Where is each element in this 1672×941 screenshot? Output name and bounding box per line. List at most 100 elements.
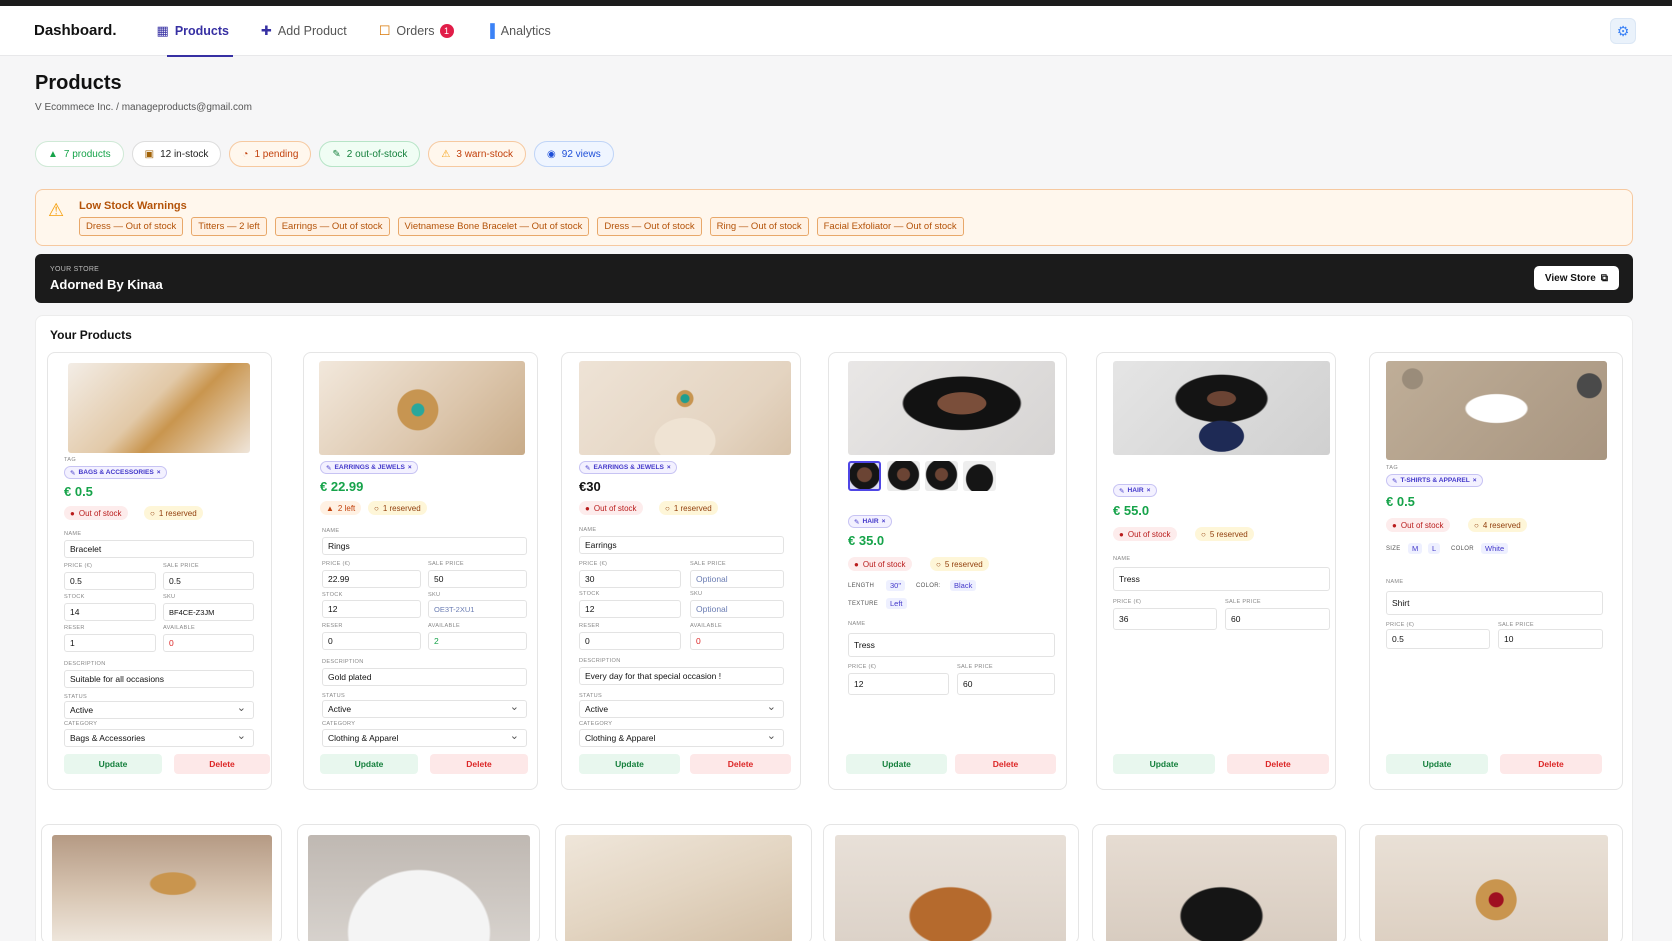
sku-input[interactable]: OE3T-2XU1 bbox=[428, 600, 527, 618]
stock-input[interactable]: 12 bbox=[579, 600, 681, 618]
product-image[interactable] bbox=[308, 835, 530, 941]
description-input[interactable]: Gold plated bbox=[322, 668, 527, 686]
product-image[interactable] bbox=[1375, 835, 1608, 941]
update-button[interactable]: Update bbox=[579, 754, 680, 774]
product-image[interactable] bbox=[1106, 835, 1337, 941]
price-input[interactable]: 12 bbox=[848, 673, 949, 695]
product-image[interactable] bbox=[319, 361, 525, 455]
description-input[interactable]: Suitable for all occasions bbox=[64, 670, 254, 688]
delete-button[interactable]: Delete bbox=[430, 754, 528, 774]
delete-button[interactable]: Delete bbox=[955, 754, 1056, 774]
name-input[interactable]: Rings bbox=[322, 537, 527, 555]
product-image[interactable] bbox=[68, 363, 250, 453]
close-icon[interactable]: × bbox=[667, 464, 671, 471]
product-image[interactable] bbox=[52, 835, 272, 941]
length-chip[interactable]: 30" bbox=[886, 580, 906, 591]
description-input[interactable]: Every day for that special occasion ! bbox=[579, 667, 784, 685]
category-tag[interactable]: ✎ HAIR × bbox=[848, 515, 892, 528]
category-select[interactable]: Bags & Accessories bbox=[64, 729, 254, 747]
gallery-thumbnail[interactable] bbox=[887, 461, 920, 491]
price-input[interactable]: 0.5 bbox=[1386, 629, 1490, 649]
delete-button[interactable]: Delete bbox=[690, 754, 791, 774]
product-image[interactable] bbox=[1113, 361, 1330, 455]
update-button[interactable]: Update bbox=[320, 754, 418, 774]
color-chip[interactable]: Black bbox=[950, 580, 977, 591]
name-input[interactable]: Tress bbox=[848, 633, 1055, 657]
close-icon[interactable]: × bbox=[1147, 487, 1151, 494]
nav-analytics[interactable]: ▐ Analytics bbox=[486, 6, 551, 56]
category-tag[interactable]: ✎ BAGS & ACCESSORIES × bbox=[64, 466, 167, 479]
sale-price-input[interactable]: Optional bbox=[690, 570, 784, 588]
settings-button[interactable]: ⚙ bbox=[1610, 18, 1636, 44]
name-input[interactable]: Shirt bbox=[1386, 591, 1603, 615]
gallery-thumbnail[interactable] bbox=[963, 461, 996, 491]
close-icon[interactable]: × bbox=[1473, 477, 1477, 484]
category-select[interactable]: Clothing & Apparel bbox=[322, 729, 527, 747]
nav-products[interactable]: ▦ Products bbox=[157, 6, 234, 57]
name-input[interactable]: Tress bbox=[1113, 567, 1330, 591]
stat-pending[interactable]: ◔ 1 pending bbox=[229, 141, 312, 167]
stat-out-of-stock[interactable]: ✎ 2 out-of-stock bbox=[319, 141, 421, 167]
stock-input[interactable]: 14 bbox=[64, 603, 156, 621]
stock-input[interactable]: 12 bbox=[322, 600, 421, 618]
product-image[interactable] bbox=[579, 361, 791, 455]
warning-tag[interactable]: Earrings — Out of stock bbox=[274, 217, 390, 236]
status-select[interactable]: Active bbox=[579, 700, 784, 718]
brand-logo[interactable]: Dashboard. bbox=[34, 22, 117, 39]
warning-tag[interactable]: Titters — 2 left bbox=[191, 217, 267, 236]
delete-button[interactable]: Delete bbox=[174, 754, 270, 774]
reserved-input[interactable]: 0 bbox=[579, 632, 681, 650]
color-chip[interactable]: White bbox=[1481, 543, 1509, 554]
stat-views[interactable]: ◉ 92 views bbox=[534, 141, 614, 167]
stat-warn-stock[interactable]: ⚠ 3 warn-stock bbox=[428, 141, 527, 167]
stat-products[interactable]: ▲ 7 products bbox=[35, 141, 124, 167]
sku-input[interactable]: Optional bbox=[690, 600, 784, 618]
close-icon[interactable]: × bbox=[882, 518, 886, 525]
delete-button[interactable]: Delete bbox=[1500, 754, 1602, 774]
update-button[interactable]: Update bbox=[846, 754, 947, 774]
size-chip-l[interactable]: L bbox=[1428, 543, 1441, 554]
sku-input[interactable]: BF4CE-Z3JM bbox=[163, 603, 254, 621]
category-select[interactable]: Clothing & Apparel bbox=[579, 729, 784, 747]
sale-price-input[interactable]: 10 bbox=[1498, 629, 1603, 649]
close-icon[interactable]: × bbox=[157, 469, 161, 476]
nav-add-product[interactable]: ✚ Add Product bbox=[261, 6, 347, 56]
product-image[interactable] bbox=[1386, 361, 1607, 460]
update-button[interactable]: Update bbox=[1386, 754, 1488, 774]
gallery-thumbnail[interactable] bbox=[848, 461, 881, 491]
size-chip-m[interactable]: M bbox=[1408, 543, 1423, 554]
sale-price-input[interactable]: 50 bbox=[428, 570, 527, 588]
view-store-button[interactable]: View Store ⧉ bbox=[1533, 266, 1619, 290]
sale-price-input[interactable]: 60 bbox=[1225, 608, 1330, 630]
nav-orders[interactable]: ☐ Orders 1 bbox=[379, 6, 454, 56]
warning-tag[interactable]: Ring — Out of stock bbox=[709, 217, 809, 236]
close-icon[interactable]: × bbox=[408, 464, 412, 471]
price-input[interactable]: 0.5 bbox=[64, 572, 156, 590]
product-image[interactable] bbox=[565, 835, 792, 941]
category-tag[interactable]: ✎ EARRINGS & JEWELS × bbox=[579, 461, 677, 474]
warning-tag[interactable]: Facial Exfoliator — Out of stock bbox=[816, 217, 964, 236]
category-tag[interactable]: ✎ T-SHIRTS & APPAREL × bbox=[1386, 474, 1483, 487]
update-button[interactable]: Update bbox=[64, 754, 162, 774]
texture-chip[interactable]: Left bbox=[886, 598, 907, 609]
reserved-input[interactable]: 0 bbox=[322, 632, 421, 650]
reserved-input[interactable]: 1 bbox=[64, 634, 156, 652]
name-input[interactable]: Earrings bbox=[579, 536, 784, 554]
price-input[interactable]: 30 bbox=[579, 570, 681, 588]
category-tag[interactable]: ✎ EARRINGS & JEWELS × bbox=[320, 461, 418, 474]
name-input[interactable]: Bracelet bbox=[64, 540, 254, 558]
category-tag[interactable]: ✎ HAIR × bbox=[1113, 484, 1157, 497]
product-image[interactable] bbox=[835, 835, 1066, 941]
product-image[interactable] bbox=[848, 361, 1055, 455]
status-select[interactable]: Active bbox=[64, 701, 254, 719]
delete-button[interactable]: Delete bbox=[1227, 754, 1329, 774]
stat-in-stock[interactable]: ▣ 12 in-stock bbox=[131, 141, 222, 167]
price-input[interactable]: 36 bbox=[1113, 608, 1217, 630]
price-input[interactable]: 22.99 bbox=[322, 570, 421, 588]
warning-tag[interactable]: Vietnamese Bone Bracelet — Out of stock bbox=[397, 217, 590, 236]
sale-price-input[interactable]: 0.5 bbox=[163, 572, 254, 590]
warning-tag[interactable]: Dress — Out of stock bbox=[597, 217, 702, 236]
sale-price-input[interactable]: 60 bbox=[957, 673, 1055, 695]
warning-tag[interactable]: Dress — Out of stock bbox=[79, 217, 184, 236]
gallery-thumbnail[interactable] bbox=[925, 461, 958, 491]
